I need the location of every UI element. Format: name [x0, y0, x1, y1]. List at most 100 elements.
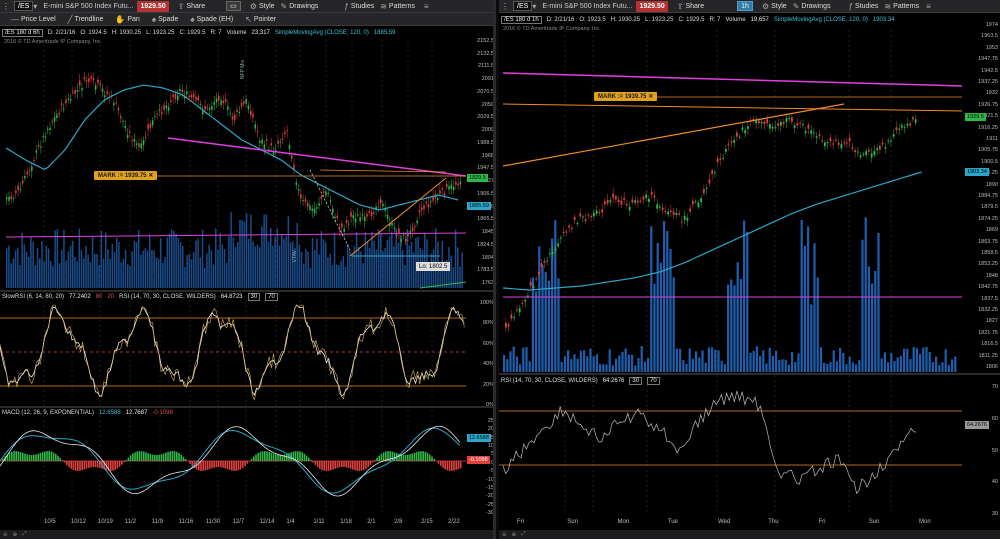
volume-bar: [54, 230, 56, 288]
volume-bar: [816, 277, 819, 372]
macd-histogram-bar: [81, 461, 83, 471]
zoom-in-icon[interactable]: ⊕: [512, 532, 517, 538]
candle-body: [736, 132, 738, 137]
right-separator[interactable]: [499, 373, 1000, 375]
right-mark-label[interactable]: MARK := 1939.75 ✕: [594, 92, 658, 101]
volume-bar: [925, 346, 928, 372]
fit-icon[interactable]: ⤢: [22, 531, 26, 538]
volume-bar: [765, 363, 768, 372]
axis-tick-label: 1900.5: [981, 158, 998, 165]
candle-body: [186, 91, 188, 95]
axis-tick-label: 1821.75: [978, 329, 998, 336]
macd-histogram-bar: [446, 461, 449, 471]
axis-tick-label: -20: [486, 493, 494, 500]
candle-body: [535, 278, 538, 280]
close-icon[interactable]: ✕: [148, 172, 153, 179]
left-bottom-bar: ⊖ ⊕ ⤢: [0, 530, 493, 539]
candle-body: [411, 227, 414, 232]
volume-bar: [199, 257, 202, 288]
candle-body: [785, 118, 788, 122]
candle-body: [796, 123, 799, 126]
candle-body: [363, 216, 366, 222]
left-event-label-2: VTAV: [292, 250, 298, 263]
fit-icon[interactable]: ⤢: [521, 531, 525, 538]
candle-body: [901, 125, 903, 128]
axis-tick-label: 60: [991, 415, 998, 422]
candle-body: [129, 131, 131, 133]
volume-bar: [259, 247, 261, 288]
zoom-in-icon[interactable]: ⊕: [13, 532, 18, 538]
macd-label: MACD (12, 26, 9, EXPONENTIAL): [2, 410, 95, 416]
right-price-axis[interactable]: 1974 1963.5 1953 1947.75 1942.5 1937.25 1932 19…: [962, 22, 1000, 372]
candle-body: [777, 123, 780, 126]
candle-body: [147, 124, 149, 130]
volume-bar: [382, 251, 384, 288]
candle-body: [31, 166, 33, 172]
time-tick-label: 1/11: [313, 519, 325, 525]
candle-body: [851, 147, 854, 149]
candle-body: [697, 202, 700, 208]
candle-body: [909, 123, 912, 126]
candle-body: [681, 221, 683, 223]
candle-body: [912, 117, 914, 120]
candle-body: [714, 172, 716, 174]
candle-body: [840, 143, 843, 149]
macd-histogram-bar: [213, 461, 215, 468]
candle-body: [199, 103, 202, 105]
macd-histogram-bar: [149, 453, 152, 461]
right-rsi-axis[interactable]: 70 60 50 40 30: [962, 384, 1000, 519]
left-separator-1[interactable]: [0, 290, 493, 292]
candle-body: [74, 90, 76, 95]
volume-bar: [23, 244, 26, 288]
volume-bar: [162, 262, 164, 288]
candle-body: [170, 99, 172, 102]
candle-body: [656, 204, 659, 209]
volume-bar: [855, 364, 858, 372]
volume-bar: [149, 234, 151, 288]
volume-bar: [688, 348, 691, 372]
candle-body: [459, 181, 462, 185]
volume-bar: [274, 236, 276, 288]
left-mark-label[interactable]: MARK := 1939.75 ✕: [94, 171, 158, 180]
candle-body: [179, 88, 181, 92]
volume-bar: [98, 264, 100, 288]
candle-body: [206, 107, 209, 109]
volume-bar: [206, 253, 208, 288]
right-time-axis[interactable]: Fri Sun Mon Tue Wed Thu Fri Sun Mon: [499, 519, 962, 529]
left-chart-panel[interactable]: ⋮ /ES ▾ E-mini S&P 500 Index Futu... 192…: [0, 0, 496, 539]
right-chart-panel[interactable]: ⋮ /ES ▾ E-mini S&P 500 Index Futu... 192…: [499, 0, 1000, 539]
volume-bar: [87, 254, 89, 288]
left-macd-axis[interactable]: 25 20 15 10 5 0 -5 -10 -15 -20 -25 -30: [466, 418, 494, 518]
candle-body: [689, 208, 692, 212]
right-chart-canvas[interactable]: [499, 0, 1000, 539]
left-rsi-axis[interactable]: 100% 80% 60% 40% 20% 0%: [466, 300, 493, 410]
candle-body: [725, 148, 727, 152]
close-icon[interactable]: ✕: [648, 93, 653, 100]
macd-histogram-bar: [156, 454, 158, 461]
time-tick-label: 12/7: [232, 519, 245, 525]
candle-body: [382, 203, 384, 207]
macd-histogram-bar: [206, 461, 209, 470]
volume-bar: [547, 280, 550, 372]
volume-bar: [733, 285, 736, 372]
macd-histogram-bar: [123, 461, 125, 463]
left-price-axis[interactable]: 2152.5 2132.5 2111.5 2091 2070.5 2050 2029.5 20…: [466, 38, 493, 288]
volume-bar: [311, 237, 314, 288]
candle-body: [304, 199, 307, 202]
candle-body: [370, 211, 373, 217]
volume-bar: [406, 229, 408, 288]
candle-body: [215, 98, 218, 103]
dashed-trendline: [309, 169, 351, 251]
zoom-out-icon[interactable]: ⊖: [502, 532, 507, 538]
volume-bar: [717, 350, 720, 372]
axis-tick-label: 1905.75: [978, 147, 998, 154]
macd-histogram-bar: [426, 452, 429, 461]
left-time-axis[interactable]: 10/5 10/12 10/19 11/2 11/9 11/16 11/30 12/7 12/1…: [0, 519, 466, 529]
macd-histogram-bar: [79, 461, 81, 471]
zoom-out-icon[interactable]: ⊖: [3, 532, 8, 538]
macd-histogram-bar: [220, 461, 222, 468]
candle-body: [755, 120, 758, 124]
volume-bar: [388, 236, 391, 288]
volume-bar: [358, 246, 360, 288]
left-separator-2[interactable]: [0, 406, 493, 408]
